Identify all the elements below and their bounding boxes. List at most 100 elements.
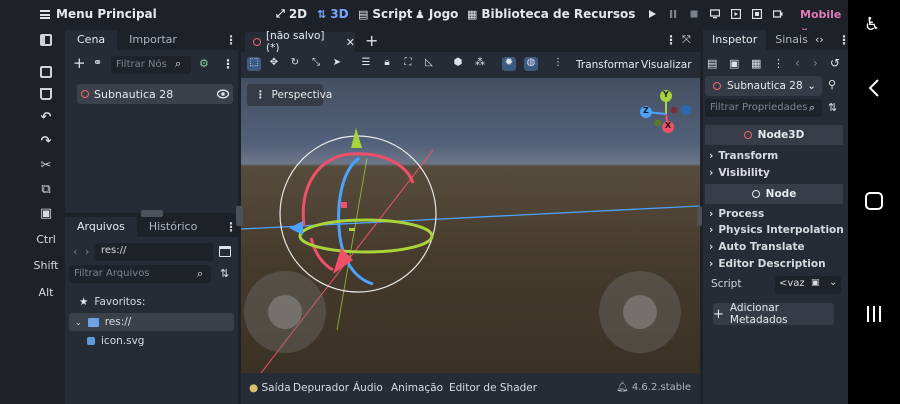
ruler-icon[interactable]: ◺ [422,57,436,71]
back-icon[interactable]: ‹ [73,245,77,258]
sort-icon[interactable]: ⇅ [220,267,229,280]
sun-preview-icon[interactable]: ✹ [502,57,516,71]
bottom-tab-debugger[interactable]: Depurador [293,382,349,394]
group-editor-description[interactable]: › Editor Description [709,258,826,270]
main-menu-button[interactable]: Menu Principal [40,7,157,21]
delete-button[interactable] [28,88,64,100]
scale-mode-icon[interactable]: ⤡ [309,57,323,71]
play-scene-icon[interactable] [731,9,741,19]
paste-button[interactable]: ▣ [28,206,64,221]
filter-properties-input[interactable]: Filtrar Propriedades [705,99,822,117]
dock-splitter-handle[interactable] [141,210,163,217]
mode-tab-game[interactable]: ♟ Jogo [415,7,458,21]
sort-properties-icon[interactable]: ⇅ [828,101,837,114]
new-resource-icon[interactable]: ▤ [707,57,717,70]
tab-history[interactable]: Histórico [137,217,209,237]
shift-key-button[interactable]: Shift [28,259,64,272]
mode-tab-3d[interactable]: ⇅ 3D [317,7,349,21]
scene-tabs-menu-icon[interactable]: ⋮ [665,33,677,47]
split-view-icon[interactable] [219,246,231,257]
3d-viewport[interactable]: ⋮ Perspectiva Y Z X [241,78,700,373]
snap-icon[interactable]: ⁂ [473,57,487,71]
history-icon[interactable]: ↺ [830,56,840,70]
file-row-icon-svg[interactable]: icon.svg [87,335,144,347]
scene-dock-menu-icon[interactable]: ⋮ [225,33,237,47]
virtual-joystick-right[interactable] [599,271,681,353]
group-transform[interactable]: › Transform [709,150,778,162]
redo-button[interactable]: ↷ [28,134,64,149]
link-icon[interactable]: ⚭ [93,56,102,69]
filter-files-input[interactable]: Filtrar Arquivos [69,265,211,283]
add-metadata-button[interactable]: + Adicionar Metadados [713,302,834,326]
play-custom-scene-icon[interactable] [752,9,762,19]
recents-nav-icon[interactable] [865,304,883,324]
view-menu[interactable]: Visualizar [641,59,692,71]
lock-icon[interactable]: 🔒︎ [380,57,394,71]
transform-menu[interactable]: Transformar [576,59,639,71]
viewport-left-handle[interactable] [238,206,243,226]
add-node-icon[interactable]: + [73,54,86,72]
tab-files[interactable]: Arquivos [65,217,137,237]
history-forward-icon[interactable]: › [813,56,818,70]
group-physics-interpolation[interactable]: › Physics Interpolation [709,224,844,236]
object-properties-icon[interactable]: ⚲ [828,78,836,91]
mode-tab-asset-library[interactable]: ▦ Biblioteca de Recursos [467,7,635,21]
stop-icon[interactable] [689,9,699,19]
scene-tab-unsaved[interactable]: [não salvo](*) ✕ [245,30,355,54]
pause-icon[interactable] [668,9,678,19]
tree-root-node[interactable]: Subnautica 28 [77,84,233,104]
group-icon[interactable]: ⛶ [401,57,415,71]
bottom-tab-animation[interactable]: Animação [391,382,443,394]
history-back-icon[interactable]: ‹ [795,56,800,70]
save-resource-icon[interactable]: ▦ [751,57,761,70]
tabs-scroll-icon[interactable]: ‹› [815,33,824,46]
resource-menu-icon[interactable]: ⋮ [773,57,784,70]
tab-import[interactable]: Importar [117,30,189,50]
scene-options-icon[interactable]: ⚙ [199,57,209,70]
undo-button[interactable]: ↶ [28,110,64,125]
folder-row-root[interactable]: ⌄ res:// [69,313,234,331]
bottom-tab-output[interactable]: ● Saída [249,382,291,394]
mode-tab-script[interactable]: ▤ Script [358,7,413,21]
toggle-left-dock-button[interactable] [28,34,64,46]
tab-signals[interactable]: Sinais [766,30,817,50]
object-selector[interactable]: Subnautica 28 ⌄ [705,76,822,96]
distraction-free-icon[interactable]: ⤧ [682,33,691,47]
group-visibility[interactable]: › Visibility [709,167,770,179]
path-field[interactable]: res:// [95,243,213,261]
load-resource-icon[interactable]: ▣ [729,57,739,70]
favorites-row[interactable]: ★ Favoritos: [79,296,145,308]
pointer-icon[interactable]: ➤ [330,57,344,71]
list-select-icon[interactable]: ☰ [359,57,373,71]
copy-button[interactable]: ⧉ [28,182,64,197]
visibility-eye-icon[interactable] [217,89,229,99]
forward-icon[interactable]: › [85,245,89,258]
bottom-tab-audio[interactable]: Áudio [353,382,383,394]
alt-key-button[interactable]: Alt [28,286,64,299]
script-property-value[interactable]: <vaz ▣ ⌄ [775,276,841,294]
play-icon[interactable] [647,9,657,19]
tab-scene[interactable]: Cena [65,30,118,50]
local-space-icon[interactable]: ⬢ [451,57,465,71]
home-nav-icon[interactable] [865,192,883,210]
accessibility-icon[interactable]: ♿︎ [864,14,880,35]
save-button[interactable] [28,66,64,78]
perspective-menu-button[interactable]: ⋮ Perspectiva [247,84,332,106]
movie-maker-icon[interactable] [773,9,783,19]
preview-options-icon[interactable]: ⋮ [551,57,565,71]
viewport-right-handle[interactable] [697,206,702,226]
virtual-joystick-left[interactable] [244,271,326,353]
group-process[interactable]: › Process [709,208,764,220]
tab-inspector[interactable]: Inspetor [703,30,767,50]
move-mode-icon[interactable]: ✥ [267,57,281,71]
select-mode-icon[interactable]: ⬚ [247,57,261,71]
close-icon[interactable]: ✕ [346,36,355,49]
group-auto-translate[interactable]: › Auto Translate [709,241,805,253]
remote-debug-icon[interactable] [710,9,720,19]
add-scene-tab-button[interactable]: + [365,31,378,50]
ctrl-key-button[interactable]: Ctrl [28,233,64,246]
scene-more-icon[interactable]: ⋮ [222,57,234,71]
cut-button[interactable]: ✂ [28,158,64,173]
rotate-mode-icon[interactable]: ↻ [288,57,302,71]
view-orientation-gizmo[interactable]: Y Z X [640,90,694,136]
